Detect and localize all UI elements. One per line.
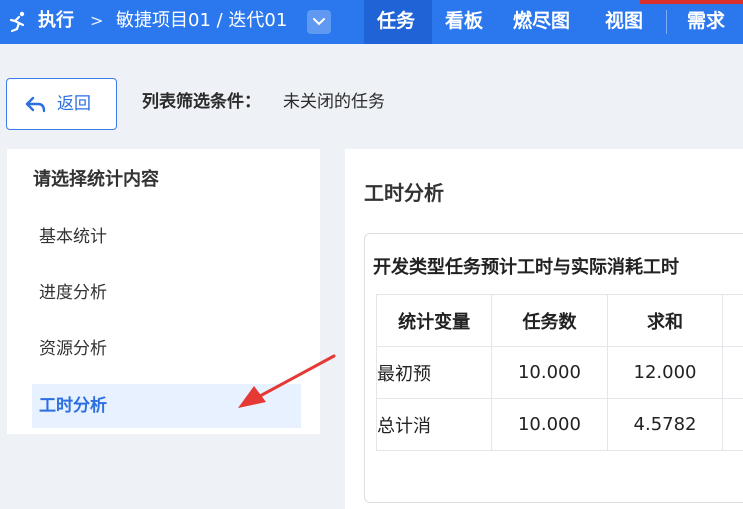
stats-card-title: 开发类型任务预计工时与实际消耗工时 (373, 257, 679, 278)
menu-item-progress-analysis[interactable]: 进度分析 (32, 271, 301, 315)
col-header-sum: 求和 (606, 294, 724, 347)
back-arrow-icon (25, 96, 46, 113)
table-header-row: 统计变量 任务数 求和 (375, 294, 743, 347)
filter-condition-label: 列表筛选条件： (142, 92, 261, 112)
cell-variable: 最初预 (375, 346, 493, 399)
analysis-content-panel: 工时分析 开发类型任务预计工时与实际消耗工时 统计变量 任务数 求和 最初预 1… (345, 149, 743, 509)
col-header-variable: 统计变量 (375, 294, 493, 347)
cell-extra (722, 346, 743, 399)
filter-condition-value: 未关闭的任务 (283, 92, 385, 112)
tab-view[interactable]: 视图 (605, 9, 643, 33)
tab-kanban[interactable]: 看板 (445, 9, 483, 33)
cell-variable: 总计消 (375, 398, 493, 451)
tab-burndown[interactable]: 燃尽图 (513, 9, 570, 33)
project-breadcrumb[interactable]: 敏捷项目01 / 迭代01 (116, 10, 287, 32)
annotation-arrow-icon (238, 354, 336, 408)
cell-extra (722, 398, 743, 451)
col-header-task-count: 任务数 (491, 294, 608, 347)
run-icon (6, 10, 30, 34)
cell-sum: 4.5782 (606, 398, 724, 451)
statistics-menu-title: 请选择统计内容 (33, 169, 159, 190)
table-row: 最初预 10.000 12.000 (375, 346, 743, 399)
tab-requirements[interactable]: 需求 (687, 9, 725, 33)
execution-label[interactable]: 执行 (38, 10, 74, 32)
chevron-right-icon: > (90, 11, 104, 30)
chevron-down-icon[interactable] (307, 10, 331, 34)
stats-table: 统计变量 任务数 求和 最初预 10.000 12.000 总计消 10.000… (375, 294, 743, 451)
table-row: 总计消 10.000 4.5782 (375, 398, 743, 451)
stats-card: 开发类型任务预计工时与实际消耗工时 统计变量 任务数 求和 最初预 10.000… (364, 233, 743, 503)
col-header-extra (722, 294, 743, 347)
analysis-title: 工时分析 (364, 181, 444, 205)
tab-tasks[interactable]: 任务 (377, 9, 415, 33)
cell-sum: 12.000 (606, 346, 724, 399)
cell-task-count: 10.000 (491, 346, 608, 399)
top-nav-bar: 执行 > 敏捷项目01 / 迭代01 任务 看板 燃尽图 视图 需求 (0, 0, 743, 44)
top-red-strip (640, 0, 743, 4)
cell-task-count: 10.000 (491, 398, 608, 451)
back-button-label: 返回 (57, 94, 91, 114)
nav-divider (666, 10, 667, 34)
back-button[interactable]: 返回 (6, 78, 117, 130)
menu-item-basic-stats[interactable]: 基本统计 (32, 215, 301, 259)
